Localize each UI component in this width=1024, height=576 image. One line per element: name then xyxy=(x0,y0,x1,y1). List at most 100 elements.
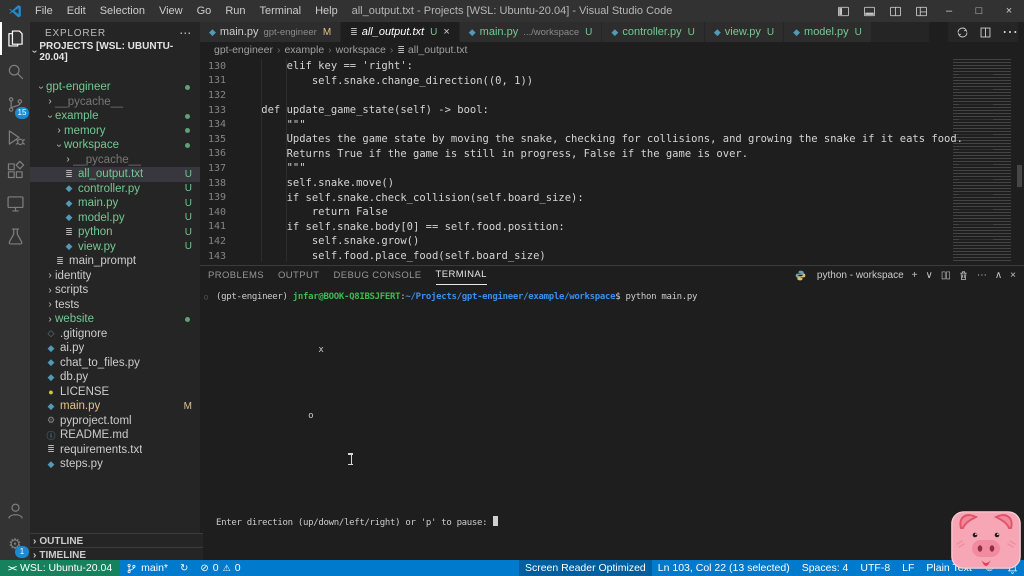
menu-view[interactable]: View xyxy=(152,5,190,17)
test-beaker-icon[interactable] xyxy=(0,220,30,253)
tree-folder-website[interactable]: › website xyxy=(30,312,200,327)
breadcrumb-item-workspace[interactable]: workspace xyxy=(336,44,386,56)
extensions-icon[interactable] xyxy=(0,154,30,187)
screen-reader-mode[interactable]: Screen Reader Optimized xyxy=(518,560,652,576)
tree-folder-gpt-engineer[interactable]: › gpt-engineer xyxy=(30,80,200,95)
tree-file-pyproject-toml[interactable]: ⚙ pyproject.toml xyxy=(30,414,200,429)
open-changes-icon[interactable] xyxy=(956,26,969,39)
tab-view-py[interactable]: ◆ view.py U xyxy=(704,22,785,42)
menu-selection[interactable]: Selection xyxy=(93,5,152,17)
menu-file[interactable]: File xyxy=(28,5,60,17)
source-control-icon[interactable]: 15 xyxy=(0,88,30,121)
breadcrumb-item-all-output-txt[interactable]: ≣ all_output.txt xyxy=(397,44,467,56)
more-actions-icon[interactable]: ⋯ xyxy=(1002,22,1018,42)
more-actions-icon[interactable]: ⋯ xyxy=(977,270,987,281)
indent-guide xyxy=(286,59,287,262)
minimap[interactable] xyxy=(953,59,1011,261)
terminal-dropdown-icon[interactable]: ∨ xyxy=(925,270,932,281)
problems[interactable]: ⊘ 0 ⚠ 0 xyxy=(194,560,246,576)
breadcrumb-item-example[interactable]: example xyxy=(284,44,324,56)
menu-edit[interactable]: Edit xyxy=(60,5,93,17)
close-window-icon[interactable]: × xyxy=(994,0,1024,22)
eol[interactable]: LF xyxy=(896,560,920,576)
vscode-window: File Edit Selection View Go Run Terminal Help a… xyxy=(0,0,1024,576)
tree-file-main-py[interactable]: ◆ main.py U xyxy=(30,196,200,211)
minimize-icon[interactable]: – xyxy=(934,0,964,22)
toggle-primary-sidebar-icon[interactable] xyxy=(830,0,856,22)
tree-file-chat-to-files-py[interactable]: ◆ chat_to_files.py xyxy=(30,356,200,371)
editor-scrollbar[interactable] xyxy=(1017,165,1022,187)
txt-file-icon: ≣ xyxy=(56,255,64,266)
remote-indicator[interactable]: >< WSL: Ubuntu-20.04 xyxy=(0,560,121,576)
tab-main-py[interactable]: ◆ main.py .../workspace U xyxy=(459,22,603,42)
tree-file-readme-md[interactable]: ⓘ README.md xyxy=(30,428,200,443)
tab-all-output-txt[interactable]: ≣ all_output.txt U × xyxy=(341,22,460,42)
kill-terminal-icon[interactable] xyxy=(958,270,969,281)
new-terminal-icon[interactable]: + xyxy=(912,270,918,281)
menu-run[interactable]: Run xyxy=(218,5,252,17)
indentation[interactable]: Spaces: 4 xyxy=(796,560,855,576)
tree-file-steps-py[interactable]: ◆ steps.py xyxy=(30,457,200,472)
maximize-panel-icon[interactable]: ∧ xyxy=(995,270,1002,281)
tree-folder--pycache-[interactable]: › __pycache__ xyxy=(30,153,200,168)
py-file-icon: ◆ xyxy=(611,26,619,37)
tree-file-db-py[interactable]: ◆ db.py xyxy=(30,370,200,385)
maximize-restore-icon[interactable]: □ xyxy=(964,0,994,22)
panel-tab-problems[interactable]: PROBLEMS xyxy=(208,266,264,284)
tree-file-view-py[interactable]: ◆ view.py U xyxy=(30,240,200,255)
git-branch[interactable]: main* xyxy=(120,560,174,576)
search-icon[interactable] xyxy=(0,55,30,88)
close-icon[interactable]: × xyxy=(443,26,449,38)
tree-folder-workspace[interactable]: › workspace xyxy=(30,138,200,153)
explorer-more-actions-icon[interactable]: ⋯ xyxy=(179,26,192,40)
tree-file-python[interactable]: ≣ python U xyxy=(30,225,200,240)
tree-file-controller-py[interactable]: ◆ controller.py U xyxy=(30,182,200,197)
sync-icon: ↻ xyxy=(180,562,189,574)
tree-file-all-output-txt[interactable]: ≣ all_output.txt U xyxy=(30,167,200,182)
panel-tab-output[interactable]: OUTPUT xyxy=(278,266,319,284)
chevron-right-icon: › xyxy=(276,44,281,56)
split-editor-icon[interactable] xyxy=(979,26,992,39)
run-and-debug-icon[interactable] xyxy=(0,121,30,154)
tree-folder-scripts[interactable]: › scripts xyxy=(30,283,200,298)
chevron-down-icon: › xyxy=(35,85,47,89)
encoding[interactable]: UTF-8 xyxy=(854,560,896,576)
terminal-select[interactable]: python - workspace xyxy=(817,270,904,281)
panel-tab-terminal[interactable]: TERMINAL xyxy=(435,266,487,285)
customize-layout-icon[interactable] xyxy=(908,0,934,22)
tree-file-license[interactable]: ● LICENSE xyxy=(30,385,200,400)
remote-explorer-icon[interactable] xyxy=(0,187,30,220)
breadcrumb-item-gpt-engineer[interactable]: gpt-engineer xyxy=(214,44,273,56)
tab-model-py[interactable]: ◆ model.py U xyxy=(784,22,872,42)
tree-file-ai-py[interactable]: ◆ ai.py xyxy=(30,341,200,356)
tree-folder-example[interactable]: › example xyxy=(30,109,200,124)
tree-file--gitignore[interactable]: ◇ .gitignore xyxy=(30,327,200,342)
close-panel-icon[interactable]: × xyxy=(1010,270,1016,281)
tree-file-model-py[interactable]: ◆ model.py U xyxy=(30,211,200,226)
tab-main-py[interactable]: ◆ main.py gpt-engineer M xyxy=(200,22,342,42)
panel-tab-debug-console[interactable]: DEBUG CONSOLE xyxy=(333,266,421,284)
split-terminal-icon[interactable]: ▯▯ xyxy=(941,270,951,281)
tab-controller-py[interactable]: ◆ controller.py U xyxy=(602,22,705,42)
breadcrumb: gpt-engineer › example › workspace › ≣ all_outp… xyxy=(200,42,1024,58)
tree-folder-identity[interactable]: › identity xyxy=(30,269,200,284)
terminal[interactable]: ○ (gpt-engineer) jnfar@BOOK-Q8IBSJFERT:~/… xyxy=(200,284,1024,560)
projects-section-header[interactable]: › PROJECTS [WSL: UBUNTU-20.04] xyxy=(29,41,200,63)
tree-file-main-prompt[interactable]: ≣ main_prompt xyxy=(30,254,200,269)
tree-file-requirements-txt[interactable]: ≣ requirements.txt xyxy=(30,443,200,458)
menu-go[interactable]: Go xyxy=(190,5,219,17)
split-editor-layout-icon[interactable] xyxy=(882,0,908,22)
tree-file-main-py[interactable]: ◆ main.py M xyxy=(30,399,200,414)
tree-item-label: requirements.txt xyxy=(60,443,143,456)
explorer-icon[interactable] xyxy=(0,22,30,55)
toggle-panel-icon[interactable] xyxy=(856,0,882,22)
cursor-position[interactable]: Ln 103, Col 22 (13 selected) xyxy=(652,560,796,576)
settings-gear-icon[interactable]: ⚙ 1 xyxy=(0,527,30,560)
tree-folder-tests[interactable]: › tests xyxy=(30,298,200,313)
py-file-icon: ◆ xyxy=(793,26,801,37)
account-icon[interactable] xyxy=(0,494,30,527)
sync-icon[interactable]: ↻ xyxy=(174,560,194,576)
section-outline[interactable]: › OUTLINE xyxy=(30,533,203,548)
tree-folder-memory[interactable]: › memory xyxy=(30,124,200,139)
tree-folder--pycache-[interactable]: › __pycache__ xyxy=(30,95,200,110)
